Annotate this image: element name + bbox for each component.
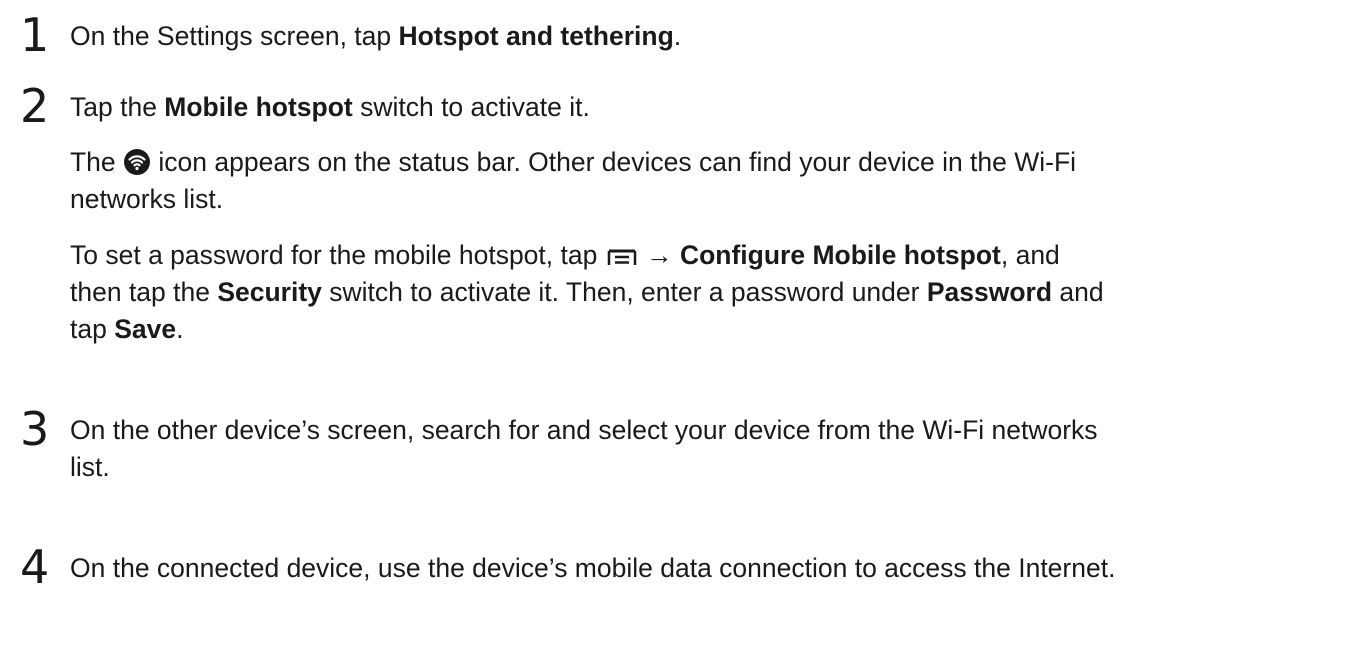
password-label: Password bbox=[926, 277, 1053, 307]
step-2-para-1-line-2: networks list. bbox=[70, 184, 224, 214]
configure-mobile-hotspot-label: Configure Mobile hotspot bbox=[679, 240, 1001, 270]
step-1-text: On the Settings screen, tap Hotspot and … bbox=[70, 21, 682, 51]
step-number-2: 2 bbox=[20, 79, 50, 133]
more-options-menu-icon bbox=[607, 241, 637, 265]
step-2-para-1-line-1: The icon appears on the status bar. Othe… bbox=[70, 147, 1077, 177]
step-2-para-2-line-1: To set a password for the mobile hotspot… bbox=[70, 240, 1060, 270]
step-number-1: 1 bbox=[20, 8, 50, 62]
step-2-text: Tap the Mobile hotspot switch to activat… bbox=[70, 92, 590, 122]
mobile-hotspot-label: Mobile hotspot bbox=[164, 92, 353, 122]
step-4-text: On the connected device, use the device’… bbox=[70, 553, 1116, 583]
step-2-para-2-line-3: tap Save. bbox=[70, 314, 184, 344]
step-number-4: 4 bbox=[20, 540, 50, 594]
security-label: Security bbox=[217, 277, 322, 307]
mobile-hotspot-icon bbox=[123, 148, 151, 176]
step-2-para-2-line-2: then tap the Security switch to activate… bbox=[70, 277, 1104, 307]
save-label: Save bbox=[114, 314, 177, 344]
step-3-line-2: list. bbox=[70, 452, 110, 482]
hotspot-and-tethering-label: Hotspot and tethering bbox=[398, 21, 674, 51]
step-3-line-1: On the other device’s screen, search for… bbox=[70, 415, 1098, 445]
instructions-page: 1 On the Settings screen, tap Hotspot an… bbox=[0, 0, 1359, 649]
step-number-3: 3 bbox=[20, 402, 50, 456]
